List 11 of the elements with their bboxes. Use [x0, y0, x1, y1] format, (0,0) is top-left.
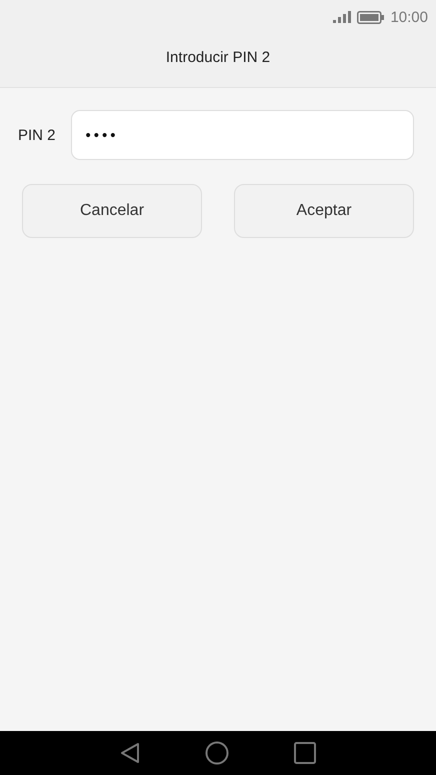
- recents-icon[interactable]: [294, 742, 316, 764]
- accept-button[interactable]: Aceptar: [234, 184, 414, 238]
- pin-label: PIN 2: [18, 126, 56, 144]
- home-icon[interactable]: [205, 741, 229, 765]
- battery-icon: [357, 10, 384, 24]
- screen-title: Introducir PIN 2: [166, 49, 270, 66]
- cancel-button[interactable]: Cancelar: [22, 184, 202, 238]
- signal-icon: [333, 11, 352, 23]
- pin-input-field[interactable]: ••••: [70, 110, 414, 160]
- back-icon[interactable]: [120, 742, 140, 764]
- status-time: 10:00: [390, 8, 428, 26]
